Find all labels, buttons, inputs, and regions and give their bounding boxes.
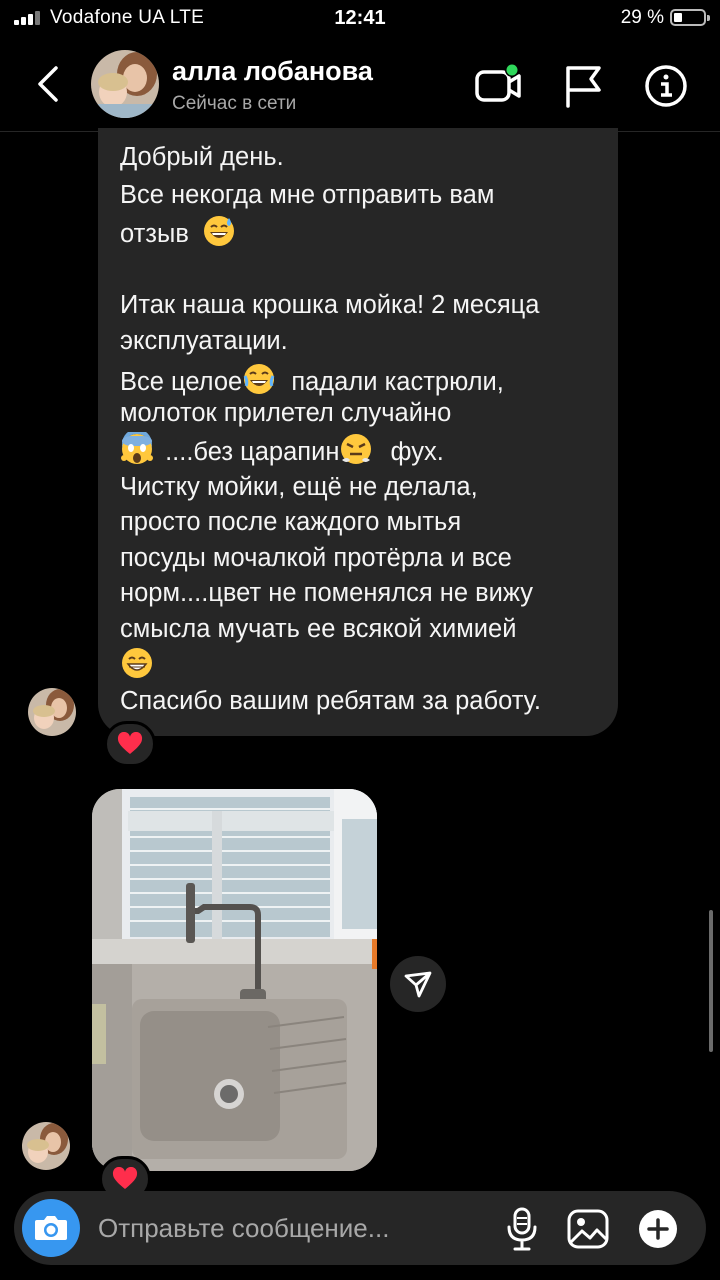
message-line: посуды мочалкой протёрла и все — [120, 544, 512, 572]
message-input[interactable] — [98, 1199, 498, 1257]
message-line: Все целое падали кастрюли, — [120, 362, 610, 401]
rolling-laughing-emoji — [242, 362, 276, 396]
gallery-icon — [567, 1209, 609, 1249]
camera-icon — [35, 1216, 67, 1240]
message-line: Чистку мойки, ещё не делала, — [120, 473, 478, 501]
video-call-button[interactable] — [474, 62, 522, 110]
camera-button[interactable] — [22, 1199, 80, 1257]
more-options-button[interactable] — [634, 1205, 682, 1253]
message-line: Спасибо вашим ребятам за работу. — [120, 687, 541, 715]
plus-icon — [639, 1210, 677, 1248]
message-line — [120, 646, 610, 685]
screaming-fear-emoji — [120, 429, 154, 466]
chat-header: алла лобанова Сейчас в сети — [0, 40, 720, 132]
send-icon — [404, 971, 432, 998]
contact-status: Сейчас в сети — [172, 93, 297, 114]
contact-name[interactable]: алла лобанова — [172, 56, 373, 87]
message-line: эксплуатации. — [120, 327, 288, 355]
status-time: 12:41 — [334, 7, 386, 29]
message-composer — [14, 1191, 706, 1265]
beaming-grin-emoji — [120, 646, 154, 680]
message-line-text: падали кастрюли, — [291, 368, 504, 396]
flag-icon — [566, 66, 601, 108]
microphone-icon — [507, 1207, 537, 1251]
gallery-button[interactable] — [564, 1205, 612, 1253]
battery-icon — [670, 9, 710, 26]
sender-avatar[interactable] — [28, 688, 76, 736]
contact-avatar[interactable] — [91, 50, 159, 118]
battery-percent: 29 % — [620, 7, 664, 28]
message-line: норм....цвет не поменялся не вижу — [120, 579, 533, 607]
grinning-sweat-emoji — [202, 214, 236, 248]
info-icon — [645, 65, 687, 107]
message-line: Итак наша крошка мойка! 2 месяца — [120, 291, 540, 319]
share-button[interactable] — [390, 956, 446, 1012]
status-bar: Vodafone UA LTE 12:41 29 % — [0, 0, 720, 40]
info-button[interactable] — [642, 62, 690, 110]
message-line-text: отзыв — [120, 220, 189, 248]
message-line: Все некогда мне отправить вам — [120, 181, 495, 209]
scrollbar[interactable] — [709, 910, 713, 1052]
message-line-text: фух. — [390, 438, 444, 466]
voice-message-button[interactable] — [498, 1205, 546, 1253]
message-line: просто после каждого мытья — [120, 508, 462, 536]
heart-icon — [117, 732, 143, 754]
back-button[interactable] — [28, 62, 68, 106]
heart-reaction[interactable] — [104, 721, 156, 767]
message-line-text: Все целое — [120, 368, 243, 396]
steam-nose-emoji — [339, 432, 373, 466]
message-line: отзыв — [120, 214, 610, 253]
message-line: Добрый день. — [120, 143, 284, 171]
photo-message[interactable] — [92, 789, 377, 1171]
sender-avatar[interactable] — [22, 1122, 70, 1170]
report-button[interactable] — [559, 62, 607, 110]
message-line: молоток прилетел случайно — [120, 399, 452, 427]
message-line-text: ....без царапин — [165, 438, 340, 466]
heart-icon — [112, 1167, 138, 1189]
video-call-icon — [475, 63, 521, 102]
chevron-left-icon — [38, 66, 58, 102]
message-line: смысла мучать ее всякой химией — [120, 615, 517, 643]
message-line: ....без царапин фух. — [120, 429, 610, 471]
